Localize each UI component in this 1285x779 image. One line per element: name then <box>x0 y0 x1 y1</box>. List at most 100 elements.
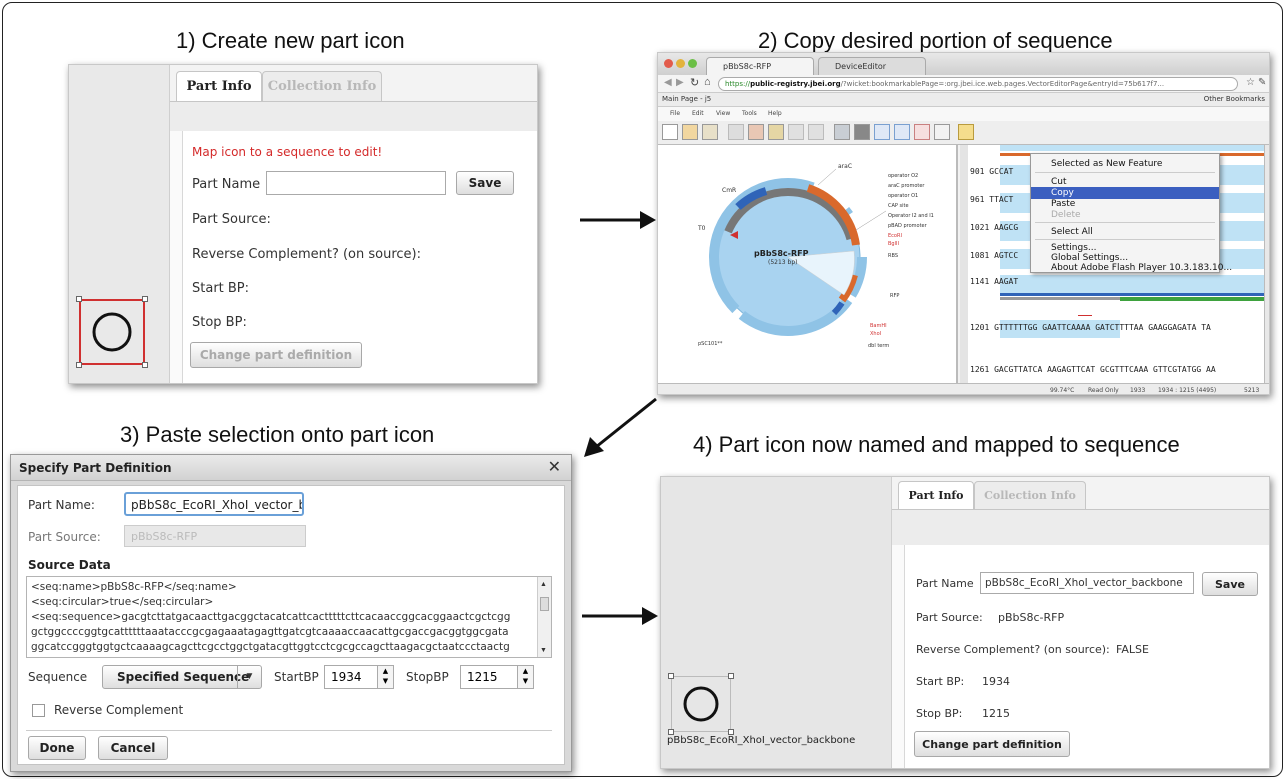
part-icon-selected[interactable] <box>79 299 145 365</box>
reload-icon[interactable]: ↻ <box>690 76 699 89</box>
tool-cut-icon[interactable] <box>728 124 744 140</box>
circle-icon <box>92 312 132 352</box>
wrench-icon[interactable]: ✎ <box>1258 77 1266 88</box>
reverse-complement-checkbox[interactable] <box>32 704 45 717</box>
part-name-input[interactable]: pBbS8c_EcoRI_XhoI_vector_backbone <box>980 572 1194 594</box>
tool-undo-icon[interactable] <box>788 124 804 140</box>
chevron-down-icon[interactable]: ▼ <box>237 666 261 688</box>
tool-cutsites-icon[interactable] <box>854 124 870 140</box>
change-part-definition-button[interactable]: Change part definition <box>914 731 1070 757</box>
forward-icon[interactable]: ▶ <box>676 77 684 88</box>
menu-item-select-all[interactable]: Select All <box>1031 226 1219 238</box>
resize-handle[interactable] <box>728 673 734 679</box>
sequence-scrollbar[interactable] <box>1264 145 1269 383</box>
tool-linear-icon[interactable] <box>702 124 718 140</box>
tool-properties-icon[interactable] <box>958 124 974 140</box>
scroll-up-icon[interactable]: ▲ <box>540 581 547 588</box>
menu-item-about-flash[interactable]: About Adobe Flash Player 10.3.183.10... <box>1031 262 1232 274</box>
tool-save-icon[interactable] <box>662 124 678 140</box>
part-icon[interactable] <box>671 676 731 732</box>
source-line: ggcatccgggtggtgctcaaaagcagcttcgcctggctga… <box>31 641 510 653</box>
feature-label: T0 <box>698 225 706 232</box>
source-data-textarea[interactable]: <seq:name>pBbS8c-RFP</seq:name> <seq:cir… <box>26 576 552 658</box>
seq-row[interactable]: 901 GCCAT <box>970 167 1013 176</box>
save-button[interactable]: Save <box>1202 572 1258 596</box>
plasmid-size: (5213 bp) <box>768 259 798 266</box>
reverse-complement-label: Reverse Complement? (on source): <box>192 247 421 262</box>
feature-label: CAP site <box>888 203 909 209</box>
seq-row[interactable]: 1261 GACGTTATCA AAGAGTTCAT GCGTTTCAAA GT… <box>970 365 1216 374</box>
zoom-window-icon[interactable] <box>688 59 697 68</box>
seq-row[interactable]: 1201 GTTTTTTGG GAATTCAAAA GATCTTTTAA GAA… <box>970 323 1211 332</box>
part-info-panel: Part Info Collection Info Part Name pBbS… <box>891 477 1269 768</box>
tool-copy-icon[interactable] <box>748 124 764 140</box>
tab-part-info[interactable]: Part Info <box>898 481 974 509</box>
tool-features-icon[interactable] <box>834 124 850 140</box>
part-name-label: Part Name <box>192 177 261 192</box>
status-caret: 1933 <box>1130 387 1146 394</box>
close-icon[interactable]: ✕ <box>548 457 561 476</box>
tab-collection-info[interactable]: Collection Info <box>262 71 382 101</box>
context-menu: Selected as New Feature Cut Copy Paste D… <box>1030 153 1232 274</box>
stepper-arrows-icon[interactable]: ▲ ▼ <box>517 666 533 688</box>
seq-row[interactable]: 1081 AGTCC <box>970 251 1018 260</box>
stop-bp-value: 1215 <box>982 707 1010 720</box>
menu-tools[interactable]: Tools <box>742 110 757 117</box>
back-icon[interactable]: ◀ <box>664 77 672 88</box>
url-scheme: https:// <box>725 80 751 88</box>
textarea-scrollbar[interactable]: ▲ ▼ <box>537 577 551 657</box>
startbp-stepper[interactable]: 1934 ▲ ▼ <box>324 665 394 689</box>
resize-handle[interactable] <box>76 296 82 302</box>
resize-handle[interactable] <box>76 362 82 368</box>
bookmark-other[interactable]: Other Bookmarks <box>1204 95 1265 103</box>
source-data-label: Source Data <box>28 558 111 572</box>
home-icon[interactable]: ⌂ <box>704 76 711 88</box>
seq-row[interactable]: 1021 AAGCG <box>970 223 1018 232</box>
resize-handle[interactable] <box>142 296 148 302</box>
url-bar[interactable]: https://public-registry.jbei.org/?wicket… <box>718 77 1238 91</box>
stopbp-stepper[interactable]: 1215 ▲ ▼ <box>460 665 534 689</box>
close-window-icon[interactable] <box>664 59 673 68</box>
browser-tab-1[interactable]: pBbS8c-RFP <box>706 57 814 75</box>
tool-orf-icon[interactable] <box>874 124 890 140</box>
tab-collection-info[interactable]: Collection Info <box>974 481 1086 509</box>
dialog-title: Specify Part Definition <box>19 461 172 475</box>
seq-row[interactable]: 1141 AAGAT <box>970 277 1018 286</box>
tool-spaces-icon[interactable] <box>914 124 930 140</box>
resize-handle[interactable] <box>142 362 148 368</box>
part-name-input[interactable]: pBbS8c_EcoRI_XhoI_vector_b <box>124 492 304 516</box>
menu-file[interactable]: File <box>670 110 680 117</box>
feature-label: RBS <box>888 253 898 259</box>
menu-item-delete[interactable]: Delete <box>1031 209 1219 221</box>
minimize-window-icon[interactable] <box>676 59 685 68</box>
menu-view[interactable]: View <box>716 110 730 117</box>
tool-circular-icon[interactable] <box>682 124 698 140</box>
url-host: public-registry.jbei.org <box>750 80 841 88</box>
star-icon[interactable]: ☆ <box>1246 77 1255 88</box>
menu-item-selected-as-new-feature[interactable]: Selected as New Feature <box>1031 158 1219 170</box>
tool-restriction-icon[interactable] <box>934 124 950 140</box>
step4-heading: 4) Part icon now named and mapped to seq… <box>693 432 1180 457</box>
tab-part-info[interactable]: Part Info <box>176 71 262 101</box>
resize-handle[interactable] <box>668 673 674 679</box>
seq-row[interactable]: 961 TTACT <box>970 195 1013 204</box>
source-line: <seq:sequence>gacgtcttatgacaacttgacggcta… <box>31 611 511 623</box>
tool-paste-icon[interactable] <box>768 124 784 140</box>
browser-tab-2[interactable]: DeviceEditor <box>818 57 926 75</box>
tool-redo-icon[interactable] <box>808 124 824 140</box>
startbp-value: 1934 <box>331 670 362 684</box>
change-part-definition-button[interactable]: Change part definition <box>190 342 362 368</box>
tool-comp-icon[interactable] <box>894 124 910 140</box>
bookmark-main-page[interactable]: Main Page - j5 <box>662 95 711 103</box>
editor-toolbar <box>658 121 1269 145</box>
cancel-button[interactable]: Cancel <box>98 736 168 760</box>
sequence-select[interactable]: Specified Sequence ▼ <box>102 665 262 689</box>
plasmid-map[interactable] <box>658 145 958 383</box>
scroll-down-icon[interactable]: ▼ <box>540 647 547 654</box>
save-button[interactable]: Save <box>456 171 514 195</box>
part-name-input[interactable] <box>266 171 446 195</box>
menu-edit[interactable]: Edit <box>692 110 704 117</box>
menu-help[interactable]: Help <box>768 110 782 117</box>
stepper-arrows-icon[interactable]: ▲ ▼ <box>377 666 393 688</box>
done-button[interactable]: Done <box>28 736 86 760</box>
